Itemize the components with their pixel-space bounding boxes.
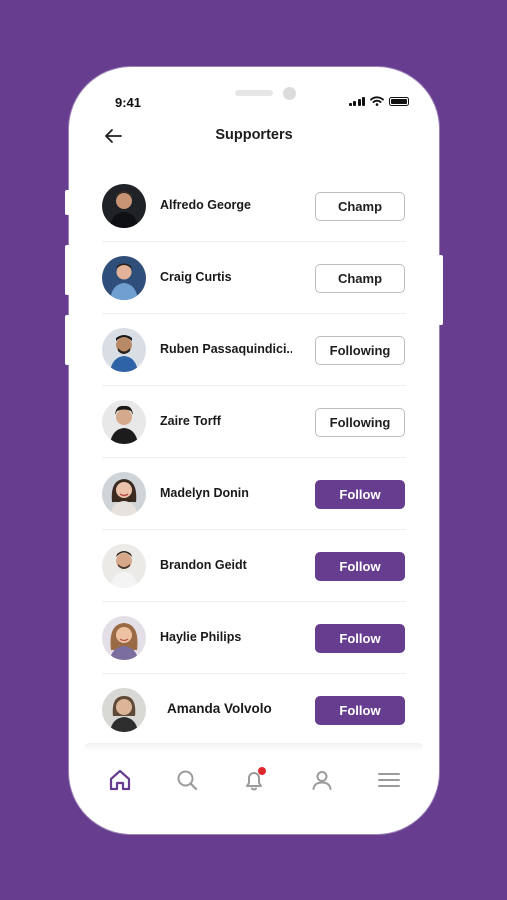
status-bar: 9:41 (69, 67, 439, 117)
front-camera (283, 87, 296, 100)
avatar[interactable] (102, 328, 146, 372)
supporter-name: Brandon Geidt (160, 558, 247, 572)
following-button[interactable]: Following (315, 408, 405, 437)
supporter-name: Madelyn Donin (160, 486, 249, 500)
signal-icon (348, 97, 365, 106)
app-stage: 9:41 Supporters Alfredo George Champ Cra… (0, 0, 507, 900)
list-item: Alfredo George Champ (102, 170, 406, 242)
list-item: Craig Curtis Champ (102, 242, 406, 314)
wifi-icon (370, 96, 384, 106)
list-item: Amanda Volvolo Follow (102, 674, 406, 746)
champ-button[interactable]: Champ (315, 264, 405, 293)
avatar[interactable] (102, 472, 146, 516)
supporter-name: Amanda Volvolo (167, 701, 272, 716)
list-item: Madelyn Donin Follow (102, 458, 406, 530)
follow-button[interactable]: Follow (315, 480, 405, 509)
phone-screen: 9:41 Supporters Alfredo George Champ Cra… (69, 67, 439, 834)
tab-notifications[interactable] (241, 767, 267, 793)
menu-icon (378, 773, 400, 787)
supporter-name: Haylie Philips (160, 630, 242, 644)
supporter-name: Ruben Passaquindici... (160, 342, 292, 356)
supporter-name: Craig Curtis (160, 270, 232, 284)
follow-button[interactable]: Follow (315, 552, 405, 581)
following-button[interactable]: Following (315, 336, 405, 365)
battery-icon (389, 97, 409, 106)
avatar[interactable] (102, 184, 146, 228)
list-item: Ruben Passaquindici... Following (102, 314, 406, 386)
list-item: Brandon Geidt Follow (102, 530, 406, 602)
notification-dot (258, 767, 266, 775)
list-item: Zaire Torff Following (102, 386, 406, 458)
avatar[interactable] (102, 544, 146, 588)
tab-home[interactable] (107, 767, 133, 793)
search-icon (177, 770, 198, 791)
champ-button[interactable]: Champ (315, 192, 405, 221)
tab-profile[interactable] (309, 767, 335, 793)
supporter-name: Alfredo George (160, 198, 251, 212)
user-icon (312, 771, 332, 790)
tab-search[interactable] (174, 767, 200, 793)
tab-menu[interactable] (376, 767, 402, 793)
home-icon (109, 769, 131, 791)
speaker-grille (235, 90, 273, 96)
avatar[interactable] (102, 256, 146, 300)
follow-button[interactable]: Follow (315, 696, 405, 725)
supporter-name: Zaire Torff (160, 414, 221, 428)
page-header: Supporters (69, 117, 439, 155)
list-item: Haylie Philips Follow (102, 602, 406, 674)
avatar[interactable] (102, 400, 146, 444)
supporters-list: Alfredo George Champ Craig Curtis Champ … (102, 170, 406, 746)
status-icons (348, 96, 409, 106)
avatar[interactable] (102, 616, 146, 660)
page-title: Supporters (215, 127, 293, 143)
avatar[interactable] (102, 688, 146, 732)
follow-button[interactable]: Follow (315, 624, 405, 653)
bottom-tab-bar (69, 757, 439, 807)
tab-bar-shadow (85, 743, 423, 751)
status-time: 9:41 (115, 95, 142, 110)
